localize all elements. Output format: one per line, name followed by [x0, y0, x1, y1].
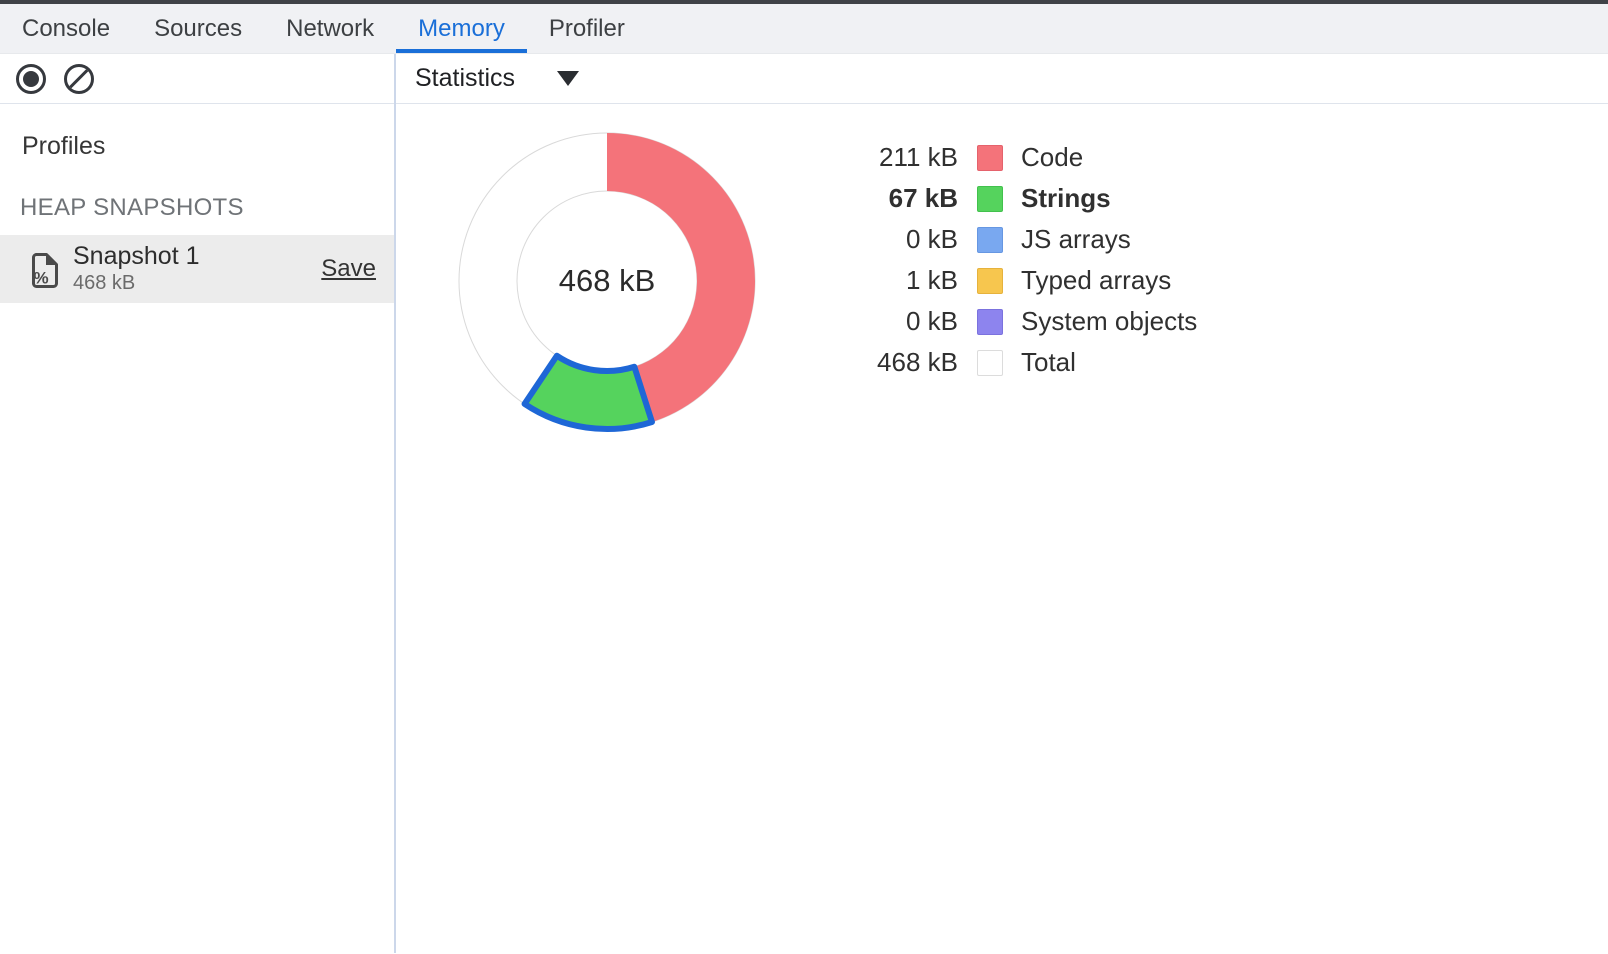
- legend-row-strings[interactable]: 67 kB Strings: [856, 178, 1197, 219]
- legend-value: 211 kB: [856, 142, 958, 173]
- tab-network[interactable]: Network: [264, 4, 396, 53]
- legend-label: System objects: [1021, 306, 1197, 337]
- system-objects-color-swatch: [977, 309, 1003, 335]
- profiles-sidebar: Profiles HEAP SNAPSHOTS % Snapshot 1 468…: [0, 54, 396, 953]
- js-arrays-color-swatch: [977, 227, 1003, 253]
- strings-color-swatch: [977, 186, 1003, 212]
- donut-slice-strings[interactable]: [525, 356, 652, 429]
- legend-label: Typed arrays: [1021, 265, 1171, 296]
- tab-memory[interactable]: Memory: [396, 4, 527, 53]
- tab-profiler[interactable]: Profiler: [527, 4, 647, 53]
- snapshot-list-item[interactable]: % Snapshot 1 468 kB Save: [0, 235, 394, 303]
- typed-arrays-color-swatch: [977, 268, 1003, 294]
- tab-sources[interactable]: Sources: [132, 4, 264, 53]
- legend-label: Total: [1021, 347, 1076, 378]
- heap-snapshot-file-icon: %: [30, 252, 60, 289]
- legend-value: 468 kB: [856, 347, 958, 378]
- donut-chart-svg[interactable]: [447, 121, 767, 441]
- heap-snapshots-section-title: HEAP SNAPSHOTS: [20, 194, 394, 222]
- code-color-swatch: [977, 145, 1003, 171]
- record-heap-snapshot-icon[interactable]: [16, 64, 46, 94]
- snapshot-info: Snapshot 1 468 kB: [73, 243, 321, 295]
- chevron-down-icon: [557, 71, 579, 86]
- total-color-swatch: [977, 350, 1003, 376]
- legend-label: Strings: [1021, 183, 1111, 214]
- legend-label: JS arrays: [1021, 224, 1131, 255]
- legend-row-typed-arrays[interactable]: 1 kB Typed arrays: [856, 260, 1197, 301]
- perspective-select-value: Statistics: [415, 64, 515, 93]
- perspective-select[interactable]: Statistics: [396, 64, 579, 93]
- legend-row-total[interactable]: 468 kB Total: [856, 342, 1197, 383]
- profiles-heading: Profiles: [22, 132, 394, 161]
- legend-value: 0 kB: [856, 224, 958, 255]
- snapshot-view-toolbar: Statistics: [396, 54, 1608, 104]
- legend-value: 1 kB: [856, 265, 958, 296]
- legend-value: 67 kB: [856, 183, 958, 214]
- clear-profiles-icon[interactable]: [64, 64, 94, 94]
- statistics-view: 468 kB 211 kB Code 67 kB Strings 0 kB JS…: [396, 104, 1608, 953]
- profiles-toolbar: [0, 54, 394, 104]
- legend-row-system-objects[interactable]: 0 kB System objects: [856, 301, 1197, 342]
- legend-value: 0 kB: [856, 306, 958, 337]
- snapshot-main-pane: Statistics 468 kB 211 kB Code 67 kB Stri…: [396, 54, 1608, 953]
- legend-row-js-arrays[interactable]: 0 kB JS arrays: [856, 219, 1197, 260]
- svg-text:%: %: [33, 268, 48, 287]
- heap-statistics-donut-chart: 468 kB: [447, 121, 767, 441]
- tab-console[interactable]: Console: [0, 4, 132, 53]
- legend-label: Code: [1021, 142, 1083, 173]
- snapshot-save-link[interactable]: Save: [321, 255, 376, 283]
- legend-row-code[interactable]: 211 kB Code: [856, 137, 1197, 178]
- donut-outline: [517, 191, 697, 371]
- snapshot-size: 468 kB: [73, 272, 321, 295]
- snapshot-name: Snapshot 1: [73, 243, 321, 269]
- devtools-tabbar: Console Sources Network Memory Profiler: [0, 4, 1608, 54]
- heap-statistics-legend: 211 kB Code 67 kB Strings 0 kB JS arrays…: [856, 137, 1197, 383]
- memory-panel: Profiles HEAP SNAPSHOTS % Snapshot 1 468…: [0, 54, 1608, 953]
